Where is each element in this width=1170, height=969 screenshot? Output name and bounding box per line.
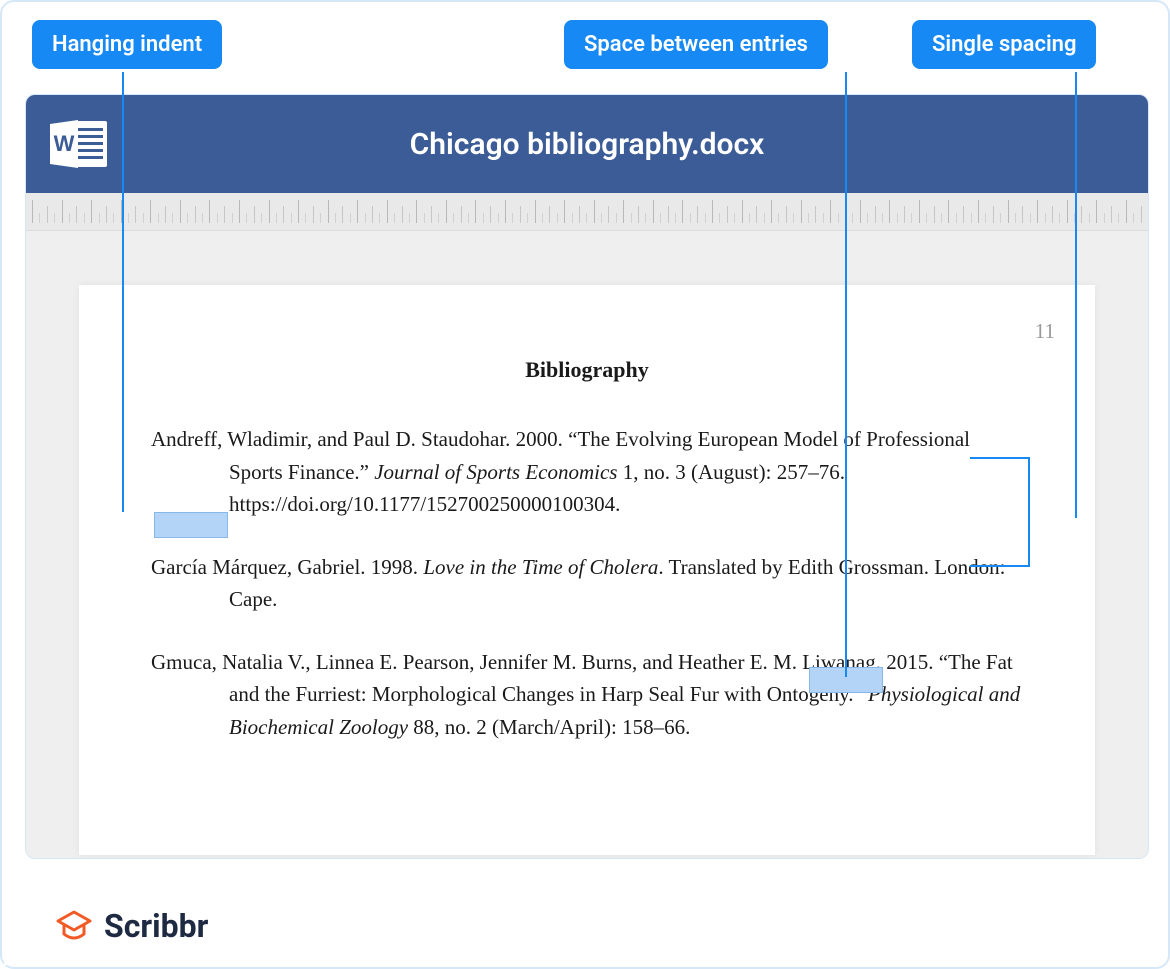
bibliography-entry: Gmuca, Natalia V., Linnea E. Pearson, Je… [151, 646, 1023, 744]
graduation-cap-icon [54, 908, 94, 944]
window-header: W Chicago bibliography.docx [26, 95, 1148, 193]
document-page: 11 Bibliography Andreff, Wladimir, and P… [79, 285, 1095, 855]
document-filename: Chicago bibliography.docx [110, 127, 1064, 162]
callout-bracket [970, 457, 1030, 567]
callout-hanging-indent: Hanging indent [32, 20, 222, 69]
callout-line [122, 72, 124, 512]
entry-title: Love in the Time of Cholera [423, 555, 658, 579]
callout-line [1075, 72, 1077, 518]
entry-text: 88, no. 2 (March/April): 158–66. [408, 715, 690, 739]
svg-text:W: W [54, 131, 75, 156]
highlight-hanging-indent [154, 512, 228, 538]
brand-name: Scribbr [104, 907, 208, 945]
bibliography-entry: Andreff, Wladimir, and Paul D. Staudohar… [151, 423, 1023, 521]
brand-logo: Scribbr [4, 887, 278, 965]
bibliography-heading: Bibliography [151, 353, 1023, 387]
outer-frame: Hanging indent Space between entries Sin… [0, 0, 1170, 969]
page-number: 11 [1035, 315, 1055, 348]
ruler [26, 193, 1148, 231]
callout-space-between: Space between entries [564, 20, 828, 69]
callout-single-spacing: Single spacing [912, 20, 1096, 69]
callout-line [845, 72, 847, 677]
bibliography-entry: García Márquez, Gabriel. 1998. Love in t… [151, 551, 1023, 616]
entry-journal: Journal of Sports Economics [374, 460, 617, 484]
entry-text: García Márquez, Gabriel. 1998. [151, 555, 423, 579]
word-icon: W [48, 116, 110, 172]
